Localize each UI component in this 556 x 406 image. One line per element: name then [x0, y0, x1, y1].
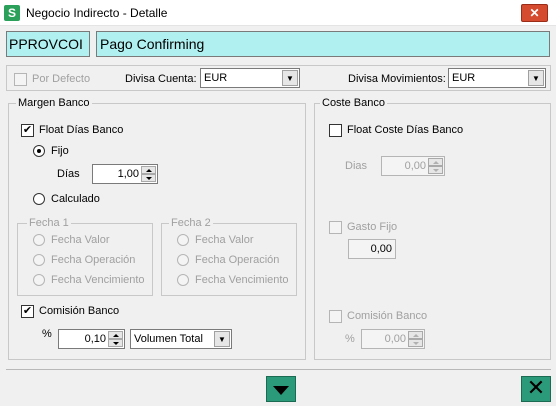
fecha2-vencimiento-label: Fecha Vencimiento: [195, 274, 289, 286]
percent-label: %: [42, 328, 52, 340]
fecha1-valor-label: Fecha Valor: [51, 234, 110, 246]
coste-banco-title: Coste Banco: [320, 97, 387, 109]
stepper-down-icon[interactable]: [428, 166, 443, 174]
margen-banco-title: Margen Banco: [16, 97, 92, 109]
stepper-up-icon[interactable]: [141, 166, 156, 174]
fijo-label: Fijo: [51, 145, 69, 157]
coste-comision-stepper[interactable]: 0,00: [361, 329, 425, 349]
comision-base-value: Volumen Total: [134, 333, 203, 345]
float-dias-banco-label: Float Días Banco: [39, 124, 124, 136]
por-defecto-checkbox[interactable]: [14, 73, 27, 86]
window-title: Negocio Indirecto - Detalle: [26, 6, 168, 20]
app-icon: S: [4, 5, 20, 21]
title-bar: S Negocio Indirecto - Detalle ✕: [0, 0, 556, 26]
divisa-cuenta-select[interactable]: EUR ▼: [200, 68, 300, 88]
stepper-down-icon[interactable]: [408, 339, 423, 347]
comision-stepper[interactable]: 0,10: [58, 329, 125, 349]
stepper-up-icon[interactable]: [108, 331, 123, 339]
coste-comision-value: 0,00: [384, 333, 406, 345]
stepper-down-icon[interactable]: [141, 174, 156, 182]
float-coste-dias-label: Float Coste Días Banco: [347, 124, 464, 136]
stepper-down-icon[interactable]: [108, 339, 123, 347]
dias-stepper[interactable]: 1,00: [92, 164, 158, 184]
float-coste-dias-checkbox[interactable]: [329, 124, 342, 137]
float-dias-banco-checkbox[interactable]: ✔: [21, 124, 34, 137]
coste-dias-value: 0,00: [404, 160, 426, 172]
name-field[interactable]: Pago Confirming: [96, 31, 550, 57]
coste-percent-label: %: [345, 333, 355, 345]
chevron-down-icon[interactable]: ▼: [282, 70, 298, 86]
fecha2-operacion-radio[interactable]: [177, 254, 189, 266]
gasto-fijo-checkbox[interactable]: [329, 221, 342, 234]
por-defecto-label: Por Defecto: [32, 73, 91, 85]
stepper-up-icon[interactable]: [408, 331, 423, 339]
coste-comision-label: Comisión Banco: [347, 310, 428, 322]
divisa-movimientos-value: EUR: [452, 72, 476, 84]
gasto-fijo-field[interactable]: 0,00: [348, 239, 396, 259]
coste-comision-checkbox[interactable]: [329, 310, 342, 323]
arrow-down-button[interactable]: [266, 376, 296, 402]
dias-label: Días: [57, 168, 80, 180]
code-field[interactable]: PPROVCOI: [6, 31, 90, 57]
comision-banco-label: Comisión Banco: [39, 305, 120, 317]
chevron-down-icon[interactable]: ▼: [214, 331, 230, 347]
fecha1-valor-radio[interactable]: [33, 234, 45, 246]
fecha1-title: Fecha 1: [27, 217, 71, 229]
fecha1-operacion-label: Fecha Operación: [51, 254, 136, 266]
fecha2-vencimiento-radio[interactable]: [177, 274, 189, 286]
fecha2-valor-label: Fecha Valor: [195, 234, 254, 246]
coste-dias-label: Dias: [345, 160, 368, 172]
dias-value: 1,00: [117, 168, 139, 180]
comision-banco-checkbox[interactable]: ✔: [21, 305, 34, 318]
window-close-button[interactable]: ✕: [521, 4, 548, 22]
comision-value: 0,10: [84, 333, 106, 345]
fecha2-operacion-label: Fecha Operación: [195, 254, 280, 266]
fijo-radio[interactable]: [33, 145, 45, 157]
close-button[interactable]: ✕: [521, 376, 551, 402]
comision-base-select[interactable]: Volumen Total ▼: [130, 329, 232, 349]
fecha2-valor-radio[interactable]: [177, 234, 189, 246]
stepper-up-icon[interactable]: [428, 158, 443, 166]
divisa-movimientos-label: Divisa Movimientos:: [348, 73, 446, 85]
fecha1-vencimiento-label: Fecha Vencimiento: [51, 274, 145, 286]
calculado-label: Calculado: [51, 193, 100, 205]
footer-separator: [6, 369, 551, 370]
gasto-fijo-label: Gasto Fijo: [347, 221, 398, 233]
fecha1-operacion-radio[interactable]: [33, 254, 45, 266]
divisa-movimientos-select[interactable]: EUR ▼: [448, 68, 546, 88]
fecha1-vencimiento-radio[interactable]: [33, 274, 45, 286]
calculado-radio[interactable]: [33, 193, 45, 205]
divisa-cuenta-label: Divisa Cuenta:: [125, 73, 197, 85]
fecha2-title: Fecha 2: [169, 217, 213, 229]
coste-dias-stepper[interactable]: 0,00: [381, 156, 445, 176]
chevron-down-icon[interactable]: ▼: [528, 70, 544, 86]
divisa-cuenta-value: EUR: [204, 72, 228, 84]
